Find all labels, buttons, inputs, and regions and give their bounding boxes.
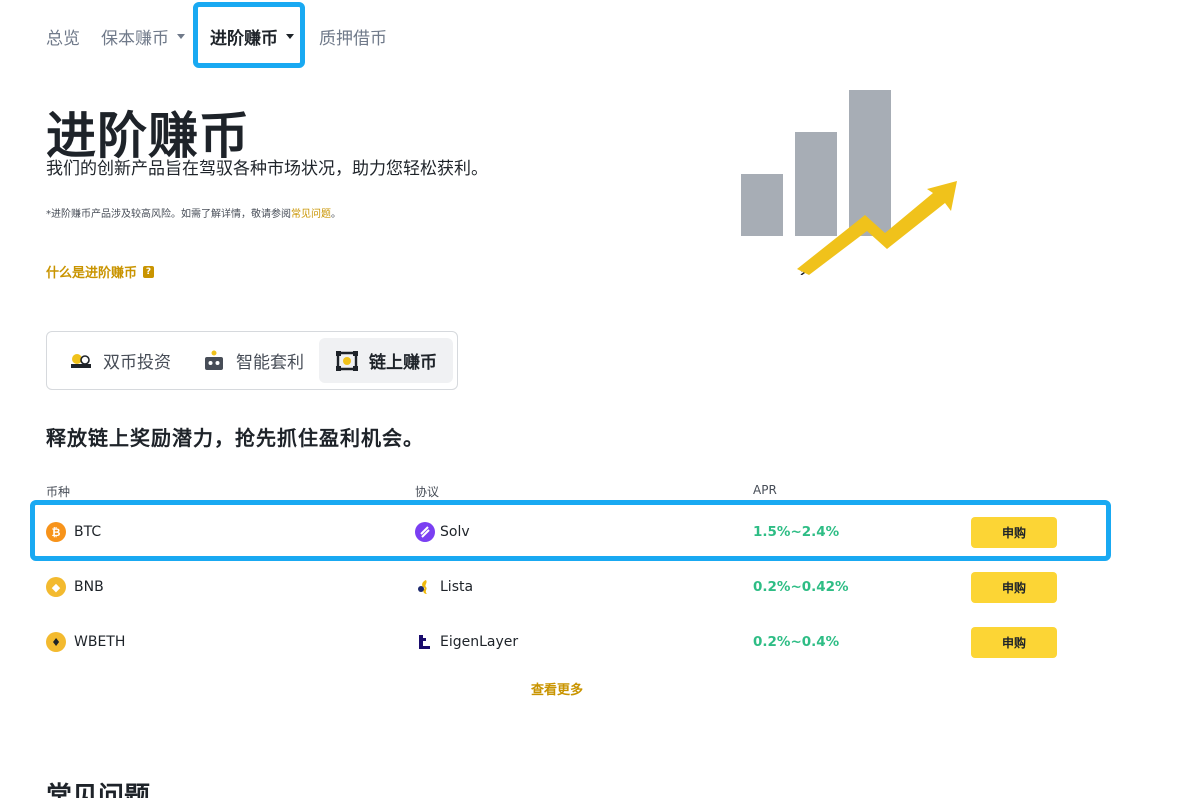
dual-currency-icon <box>71 353 91 368</box>
column-header-protocol: 协议 <box>415 485 440 499</box>
onchain-icon <box>336 350 358 371</box>
faq-section-title: 常见问题 <box>46 782 151 798</box>
action-cell: 申购 <box>971 561 1057 613</box>
protocol-name: EigenLayer <box>440 634 519 650</box>
nav-principal-protected-label: 保本赚币 <box>101 28 169 49</box>
question-icon: ? <box>143 265 155 278</box>
risk-note-suffix: 。 <box>331 209 341 220</box>
lista-icon <box>418 580 427 594</box>
what-is-link-label: 什么是进阶赚币 <box>46 266 138 281</box>
apr-value: 0.2%~0.4% <box>753 634 840 650</box>
coin-cell: ♦ WBETH <box>46 616 125 668</box>
eigenlayer-icon <box>419 635 430 649</box>
risk-note-text: *进阶赚币产品涉及较高风险。如需了解详情，敬请参阅 <box>46 209 291 220</box>
nav-principal-protected[interactable]: 保本赚币 <box>101 22 185 50</box>
nav-collateral-loan[interactable]: 质押借币 <box>319 22 387 50</box>
product-tabs: 双币投资 智能套利 链上赚币 <box>46 331 458 390</box>
what-is-advanced-earn-link[interactable]: 什么是进阶赚币 ? <box>46 262 155 281</box>
caret-down-icon <box>177 33 185 39</box>
top-nav: 总览 保本赚币 进阶赚币 质押借币 <box>0 0 1200 70</box>
protocol-cell: Lista <box>415 561 473 613</box>
faq-link[interactable]: 常见问题 <box>291 209 331 220</box>
nav-highlight-box <box>193 2 305 68</box>
coin-cell: ◆ BNB <box>46 561 104 613</box>
robot-icon <box>205 350 223 370</box>
protocol-cell: EigenLayer <box>415 616 518 668</box>
wbeth-icon: ♦ <box>46 632 66 652</box>
coin-name: WBETH <box>74 634 126 650</box>
nav-overview-label: 总览 <box>46 28 80 49</box>
subscribe-button[interactable]: 申购 <box>971 626 1057 658</box>
risk-note: *进阶赚币产品涉及较高风险。如需了解详情，敬请参阅常见问题。 <box>46 205 341 220</box>
protocol-name: Lista <box>440 579 474 595</box>
action-cell: 申购 <box>971 616 1057 668</box>
tab-onchain-yields[interactable]: 链上赚币 <box>319 338 453 383</box>
subscribe-button[interactable]: 申购 <box>971 571 1057 603</box>
column-header-apr: APR <box>753 483 777 497</box>
section-title: 释放链上奖励潜力，抢先抓住盈利机会。 <box>46 426 424 450</box>
tab-smart-arbitrage[interactable]: 智能套利 <box>186 338 320 383</box>
table-row[interactable]: ◆ BNB Lista 0.2%~0.42% 申购 <box>46 561 1106 613</box>
nav-overview[interactable]: 总览 <box>46 22 80 50</box>
view-more-link[interactable]: 查看更多 <box>531 679 583 698</box>
tab-dual-investment[interactable]: 双币投资 <box>53 338 187 383</box>
coin-name: BNB <box>74 579 104 595</box>
nav-collateral-loan-label: 质押借币 <box>319 28 387 49</box>
table-row[interactable]: ♦ WBETH EigenLayer 0.2%~0.4% 申购 <box>46 616 1106 668</box>
row-highlight-box <box>30 500 1111 561</box>
tab-smart-arbitrage-label: 智能套利 <box>236 353 304 373</box>
apr-value: 0.2%~0.42% <box>753 579 849 595</box>
page-subtitle: 我们的创新产品旨在驾驭各种市场状况，助力您轻松获利。 <box>46 159 488 179</box>
growth-chart-illustration <box>741 90 957 275</box>
tab-onchain-yields-label: 链上赚币 <box>369 353 437 373</box>
bnb-icon: ◆ <box>46 577 66 597</box>
column-header-coin: 币种 <box>46 485 71 499</box>
tab-dual-investment-label: 双币投资 <box>103 353 171 373</box>
